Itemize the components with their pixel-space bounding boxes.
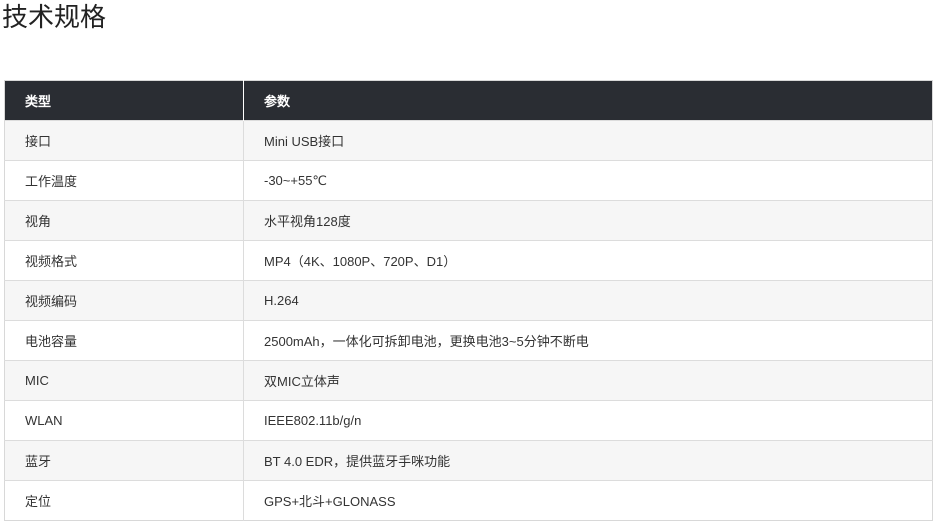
- spec-table-header: 类型 参数: [4, 80, 933, 121]
- row-param-cell: -30~+55℃: [243, 160, 933, 201]
- row-param-cell: IEEE802.11b/g/n: [243, 400, 933, 441]
- header-row: 类型 参数: [4, 80, 933, 121]
- header-type: 类型: [4, 80, 244, 121]
- row-type-cell: MIC: [4, 360, 244, 401]
- row-type-cell: 工作温度: [4, 160, 244, 201]
- row-param-cell: GPS+北斗+GLONASS: [243, 480, 933, 521]
- row-param-cell: MP4（4K、1080P、720P、D1）: [243, 240, 933, 281]
- table-row: 蓝牙 BT 4.0 EDR，提供蓝牙手咪功能: [4, 440, 933, 481]
- table-row: MIC 双MIC立体声: [4, 360, 933, 401]
- row-type-cell: 视角: [4, 200, 244, 241]
- row-type-cell: 接口: [4, 120, 244, 161]
- table-row: 接口 Mini USB接口: [4, 120, 933, 161]
- row-param-cell: 双MIC立体声: [243, 360, 933, 401]
- table-row: 视角 水平视角128度: [4, 200, 933, 241]
- row-type-cell: 电池容量: [4, 320, 244, 361]
- row-param-cell: 2500mAh，一体化可拆卸电池，更换电池3~5分钟不断电: [243, 320, 933, 361]
- row-param-cell: H.264: [243, 280, 933, 321]
- row-type-cell: 视频编码: [4, 280, 244, 321]
- row-param-cell: BT 4.0 EDR，提供蓝牙手咪功能: [243, 440, 933, 481]
- row-type-cell: 视频格式: [4, 240, 244, 281]
- table-row: 视频编码 H.264: [4, 280, 933, 321]
- page-title: 技术规格: [2, 2, 107, 32]
- row-param-cell: Mini USB接口: [243, 120, 933, 161]
- spec-table: 类型 参数 接口 Mini USB接口 工作温度 -30~+55℃ 视角 水平视…: [4, 80, 933, 521]
- table-row: 定位 GPS+北斗+GLONASS: [4, 480, 933, 521]
- table-row: 工作温度 -30~+55℃: [4, 160, 933, 201]
- row-type-cell: 定位: [4, 480, 244, 521]
- table-row: 电池容量 2500mAh，一体化可拆卸电池，更换电池3~5分钟不断电: [4, 320, 933, 361]
- row-param-cell: 水平视角128度: [243, 200, 933, 241]
- table-row: WLAN IEEE802.11b/g/n: [4, 400, 933, 441]
- header-param: 参数: [243, 80, 933, 121]
- row-type-cell: WLAN: [4, 400, 244, 441]
- table-row: 视频格式 MP4（4K、1080P、720P、D1）: [4, 240, 933, 281]
- row-type-cell: 蓝牙: [4, 440, 244, 481]
- spec-table-body: 接口 Mini USB接口 工作温度 -30~+55℃ 视角 水平视角128度 …: [4, 120, 933, 521]
